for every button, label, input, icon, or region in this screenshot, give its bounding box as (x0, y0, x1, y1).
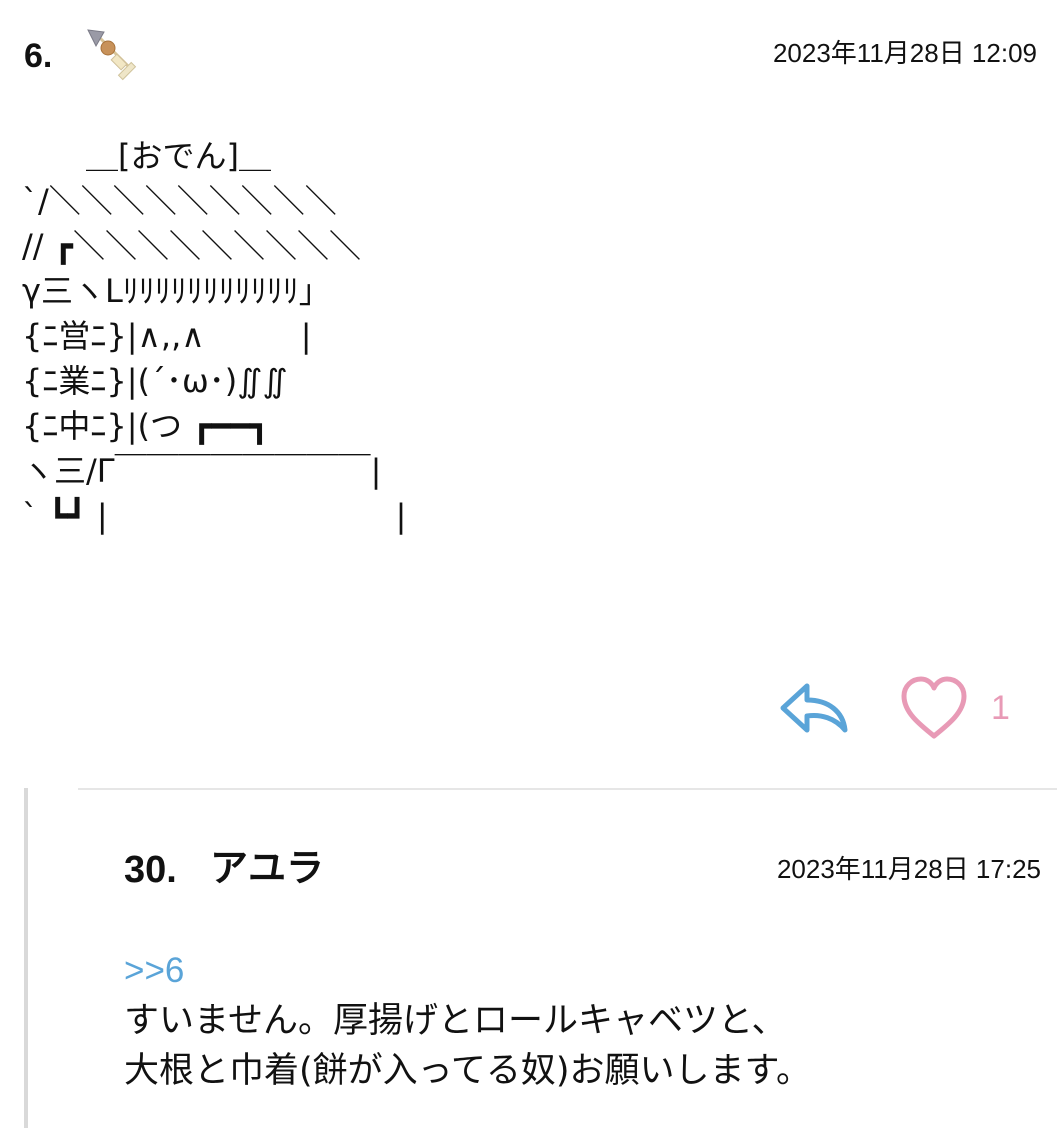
divider (78, 788, 1057, 790)
reply-button[interactable] (777, 678, 851, 738)
post-actions: 1 (777, 674, 1037, 744)
post-header: 6. 2023年11月28日 12:09 (24, 28, 1037, 84)
post-number: 6. (24, 37, 53, 75)
reply-arrow-icon (780, 683, 848, 733)
reply-text-line: すいません。厚揚げとロールキャベツと、 (124, 1001, 787, 1041)
anchor-link[interactable]: >>6 (124, 946, 1024, 996)
reply-header: 30. アユラ 2023年11月28日 17:25 (124, 844, 1041, 892)
post-timestamp: 2023年11月28日 12:09 (772, 38, 1037, 68)
like-count: 1 (991, 689, 1010, 727)
oden-skewer-icon (84, 28, 140, 84)
reply-thread: 30. アユラ 2023年11月28日 17:25 >>6 すいません。厚揚げと… (24, 788, 1057, 1128)
reply-author-name: アユラ (210, 846, 325, 890)
reply-body: >>6 すいません。厚揚げとロールキャベツと、 大根と巾着(餅が入ってる奴)お願… (124, 946, 1024, 1096)
heart-icon (901, 676, 967, 739)
reply-timestamp: 2023年11月28日 17:25 (776, 854, 1041, 884)
reply-number: 30. (124, 849, 177, 891)
reply-text-line: 大根と巾着(餅が入ってる奴)お願いします。 (124, 1051, 812, 1091)
ascii-art-body: ＿[おでん]＿ `/＼＼＼＼＼＼＼＼＼ // ┏＼＼＼＼＼＼＼＼＼ γ三ヽLﾘﾘ… (22, 137, 407, 535)
like-button[interactable] (899, 674, 969, 742)
